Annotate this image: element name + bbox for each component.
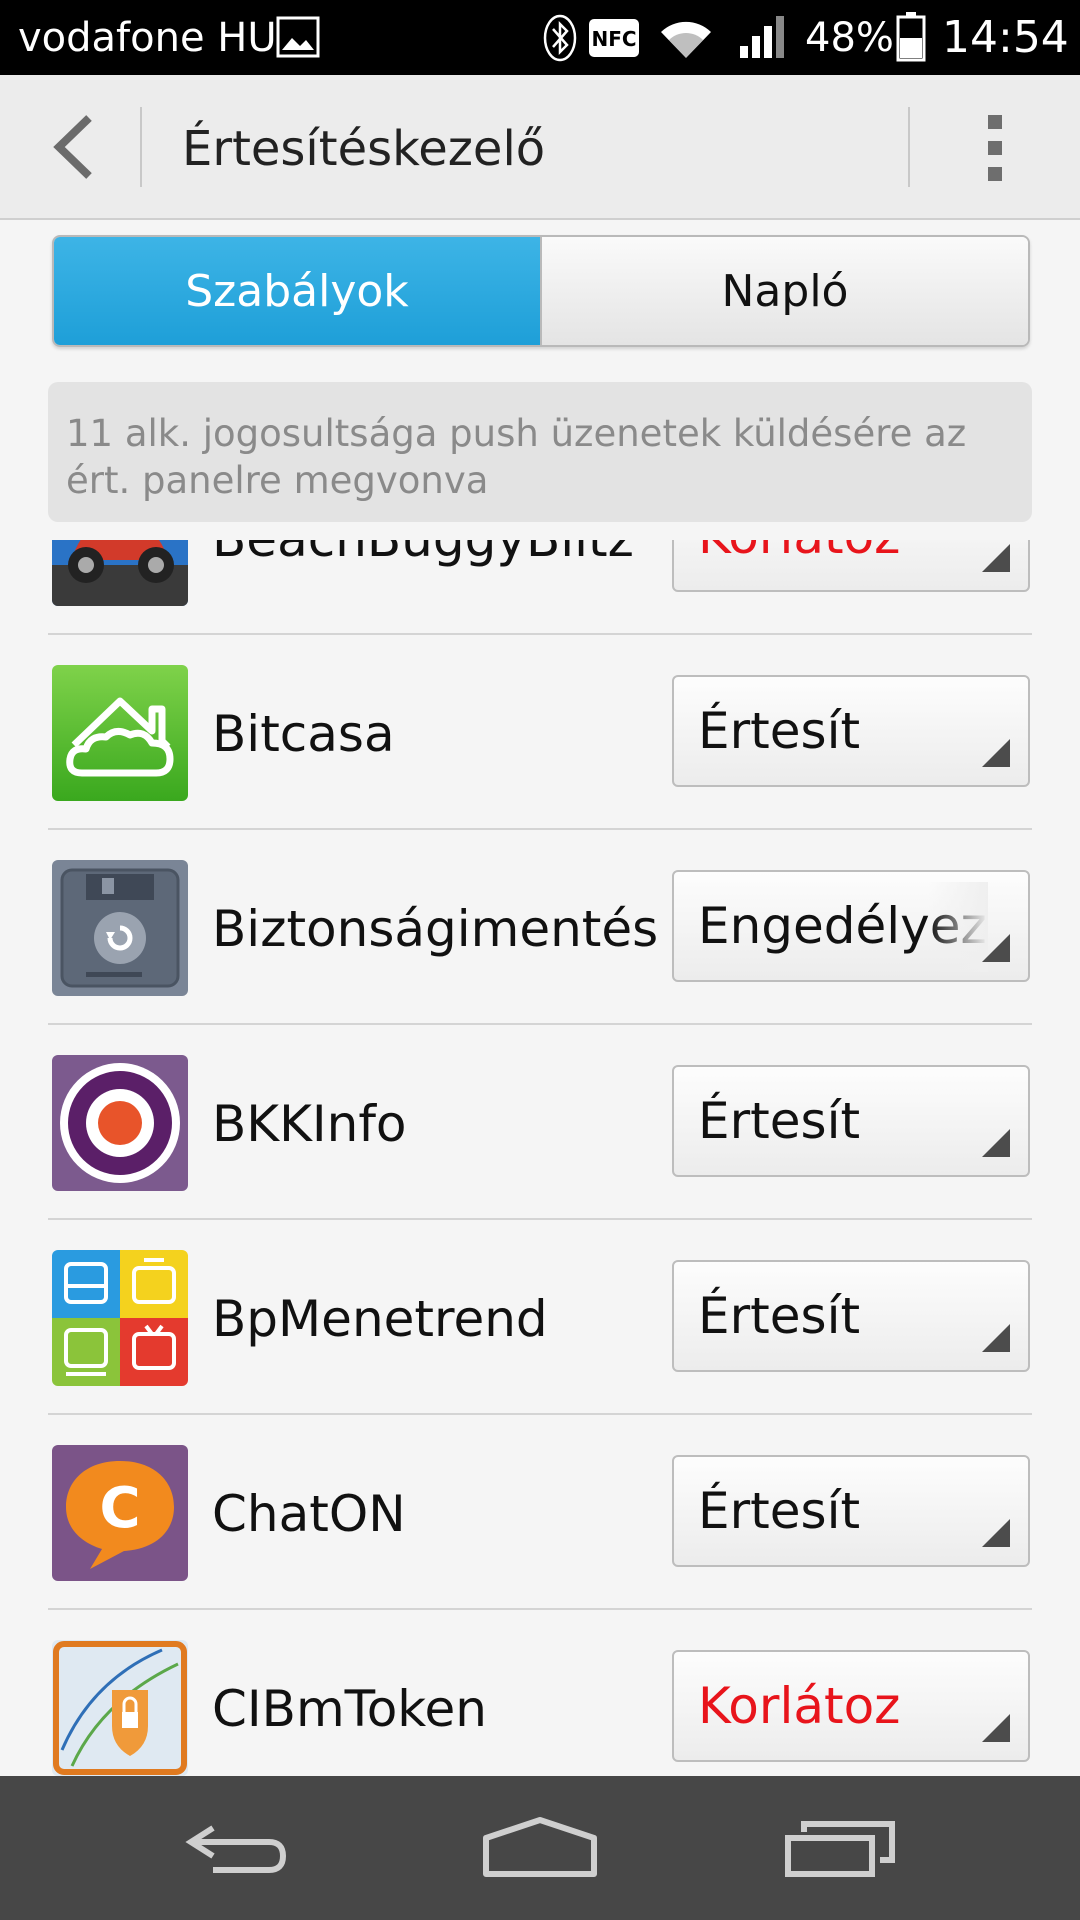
notification-setting-dropdown[interactable]: Értesít — [672, 1455, 1030, 1567]
nfc-icon: NFC — [589, 19, 639, 57]
notification-setting-dropdown[interactable]: Értesít — [672, 1260, 1030, 1372]
app-name: BpMenetrend — [212, 1290, 548, 1348]
beachbuggyblitz-app-icon — [52, 540, 188, 606]
menu-dot — [988, 141, 1002, 155]
page-title: Értesítéskezelő — [182, 121, 546, 177]
nav-back-button[interactable] — [178, 1806, 298, 1890]
app-name: BKKInfo — [212, 1095, 407, 1153]
bluetooth-icon — [543, 14, 577, 62]
image-icon — [276, 16, 320, 58]
app-name: ChatON — [212, 1485, 406, 1543]
nav-home-button[interactable] — [480, 1806, 600, 1890]
list-item: C ChatON Értesít — [0, 1415, 1080, 1610]
overflow-menu-button[interactable] — [960, 103, 1030, 193]
list-item: BKKInfo Értesít — [0, 1025, 1080, 1220]
app-name: Biztonságimentés — [212, 900, 659, 958]
bkkinfo-app-icon — [52, 1055, 188, 1191]
app-list[interactable]: BeachBuggyBlitz Korlátoz Bitcasa Értesít — [0, 540, 1080, 1776]
dropdown-value: Értesít — [698, 702, 861, 760]
dropdown-arrow-icon — [982, 544, 1010, 572]
navigation-bar — [0, 1776, 1080, 1920]
nav-recents-button[interactable] — [780, 1806, 900, 1890]
back-button[interactable] — [30, 103, 118, 191]
action-bar: Értesítéskezelő — [0, 75, 1080, 220]
bpmenetrend-app-icon — [52, 1250, 188, 1386]
back-arrow-icon — [185, 1825, 287, 1873]
divider — [140, 107, 142, 187]
dropdown-arrow-icon — [982, 1519, 1010, 1547]
notification-setting-dropdown[interactable]: Korlátoz — [672, 1650, 1030, 1762]
notification-setting-dropdown[interactable]: Értesít — [672, 675, 1030, 787]
tab-log[interactable]: Napló — [540, 237, 1028, 345]
dropdown-value: Értesít — [698, 1287, 861, 1345]
dropdown-value: Értesít — [698, 1092, 861, 1150]
dropdown-value: Korlátoz — [698, 1677, 901, 1735]
clock: 14:54 — [942, 12, 1069, 63]
list-item: Biztonságimentés Engedélyez — [0, 830, 1080, 1025]
text-fade — [928, 882, 988, 972]
tab-bar: Szabályok Napló — [52, 235, 1030, 347]
dropdown-arrow-icon — [982, 1324, 1010, 1352]
cibmtoken-app-icon — [52, 1640, 188, 1776]
battery-icon — [896, 12, 926, 62]
dropdown-arrow-icon — [982, 1129, 1010, 1157]
dropdown-arrow-icon — [982, 934, 1010, 962]
svg-text:C: C — [99, 1476, 140, 1541]
notification-setting-dropdown[interactable]: Engedélyez — [672, 870, 1030, 982]
chaton-app-icon: C — [52, 1445, 188, 1581]
signal-icon — [740, 16, 784, 58]
wifi-icon — [661, 21, 711, 58]
battery-percent: 48% — [805, 15, 894, 61]
backup-app-icon — [52, 860, 188, 996]
info-message: 11 alk. jogosultsága push üzenetek küldé… — [48, 382, 1032, 522]
app-name: CIBmToken — [212, 1680, 487, 1738]
dropdown-arrow-icon — [982, 1714, 1010, 1742]
bitcasa-app-icon — [52, 665, 188, 801]
menu-dot — [988, 115, 1002, 129]
recent-apps-icon — [785, 1821, 895, 1877]
dropdown-value: Értesít — [698, 1482, 861, 1540]
app-name: BeachBuggyBlitz — [212, 540, 634, 568]
carrier-label: vodafone HU — [18, 15, 277, 61]
menu-dot — [988, 167, 1002, 181]
list-item: BeachBuggyBlitz Korlátoz — [0, 540, 1080, 635]
notification-setting-dropdown[interactable]: Korlátoz — [672, 540, 1030, 592]
list-item: BpMenetrend Értesít — [0, 1220, 1080, 1415]
dropdown-arrow-icon — [982, 739, 1010, 767]
dropdown-value: Korlátoz — [698, 540, 900, 565]
tab-rules[interactable]: Szabályok — [54, 237, 540, 345]
nfc-text: NFC — [591, 27, 636, 51]
chevron-left-icon — [53, 115, 92, 179]
list-item: CIBmToken Korlátoz — [0, 1610, 1080, 1776]
status-bar: vodafone HU NFC 48% 14:54 — [0, 0, 1080, 75]
divider — [908, 107, 910, 187]
notification-setting-dropdown[interactable]: Értesít — [672, 1065, 1030, 1177]
list-item: Bitcasa Értesít — [0, 635, 1080, 830]
app-name: Bitcasa — [212, 705, 395, 763]
home-icon — [483, 1817, 597, 1877]
